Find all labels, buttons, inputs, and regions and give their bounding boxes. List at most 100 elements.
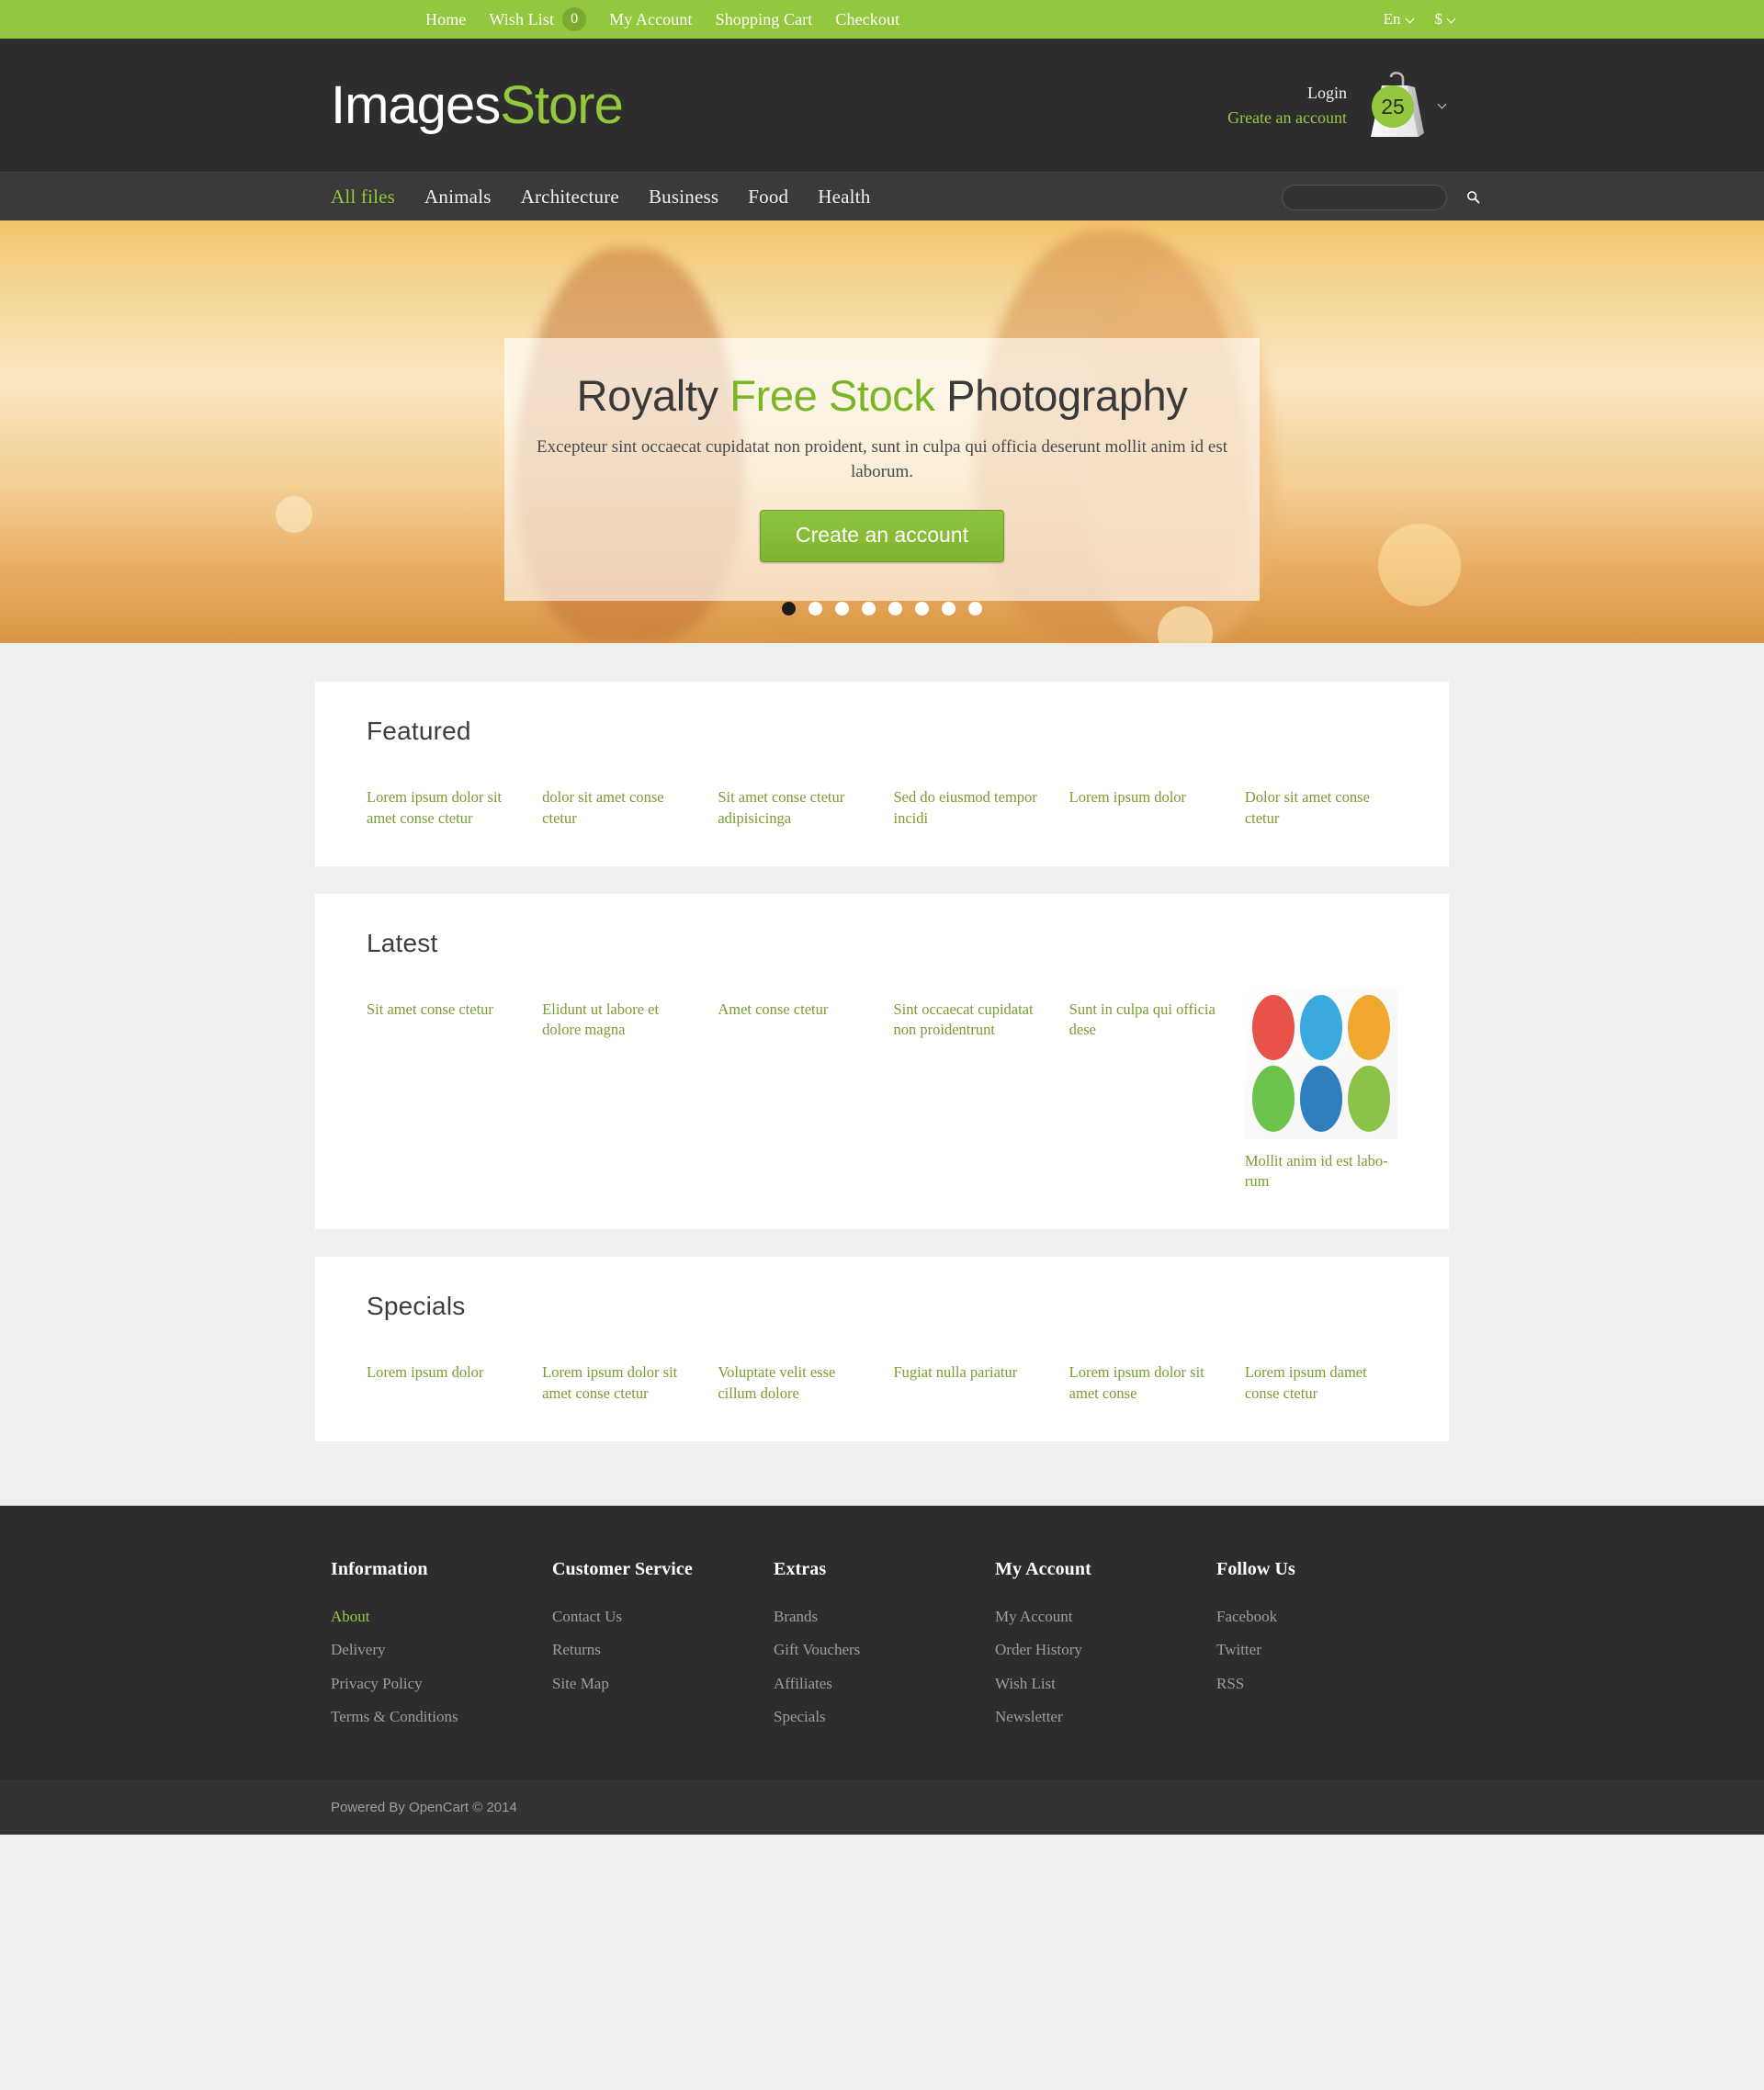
footer-column-title: Extras bbox=[774, 1558, 827, 1579]
nav-item-animals[interactable]: Animals bbox=[424, 186, 492, 209]
product-card[interactable]: Mollit anim id est labo-rum bbox=[1244, 987, 1397, 1193]
product-caption: Fugiat nulla pariatur bbox=[893, 1363, 1018, 1382]
language-selector[interactable]: En bbox=[1384, 10, 1415, 28]
currency-selector[interactable]: $ bbox=[1435, 10, 1457, 28]
product-caption: Lorem ipsum dolor bbox=[1069, 788, 1187, 806]
product-card[interactable]: Sunt in culpa qui officia dese bbox=[1069, 988, 1222, 1193]
product-card[interactable]: Fugiat nulla pariatur bbox=[894, 1350, 1046, 1405]
topbar-link-home[interactable]: Home bbox=[425, 0, 466, 39]
product-caption: Sit amet conse ctetur adipisicinga bbox=[718, 788, 845, 827]
topbar-link-my-account[interactable]: My Account bbox=[609, 0, 693, 39]
product-card[interactable]: Lorem ipsum dolor sit amet conse ctetur bbox=[367, 775, 519, 830]
chevron-down-icon bbox=[1448, 16, 1456, 24]
wishlist-count-badge: 0 bbox=[562, 7, 587, 31]
footer-link-delivery[interactable]: Delivery bbox=[331, 1637, 552, 1663]
product-card[interactable]: Elidunt ut labore et dolore magna bbox=[542, 988, 695, 1193]
search-box[interactable] bbox=[1282, 184, 1480, 210]
product-caption: Elidunt ut labore et dolore magna bbox=[542, 1000, 660, 1039]
nav-item-all-files[interactable]: All files bbox=[331, 186, 395, 209]
nav-items: All files Animals Architecture Business … bbox=[308, 186, 870, 209]
footer-link-brands[interactable]: Brands bbox=[774, 1604, 995, 1630]
hero-slider: Royalty Free Stock Photography Excepteur… bbox=[0, 220, 1764, 643]
nav-item-food[interactable]: Food bbox=[748, 186, 788, 209]
nav-item-architecture[interactable]: Architecture bbox=[521, 186, 619, 209]
hero-slider-dot[interactable] bbox=[835, 602, 849, 616]
product-caption: Sed do eiusmod tempor incidi bbox=[893, 788, 1037, 827]
footer-link-privacy-policy[interactable]: Privacy Policy bbox=[331, 1671, 552, 1697]
product-card[interactable]: Sit amet conse ctetur bbox=[367, 988, 519, 1193]
product-caption: Mollit anim id est labo-rum bbox=[1244, 1151, 1388, 1191]
primary-navigation: All files Animals Architecture Business … bbox=[0, 172, 1764, 220]
product-caption: Sit amet conse ctetur bbox=[367, 1000, 493, 1018]
hero-slider-dot[interactable] bbox=[862, 602, 876, 616]
hero-title-highlight: Free Stock bbox=[729, 371, 935, 420]
footer-link-twitter[interactable]: Twitter bbox=[1216, 1637, 1438, 1663]
footer-link-terms-conditions[interactable]: Terms & Conditions bbox=[331, 1704, 552, 1730]
product-card[interactable]: dolor sit amet conse ctetur bbox=[542, 775, 695, 830]
flat-icon-tile bbox=[1347, 994, 1390, 1061]
product-card[interactable]: Sit amet conse ctetur adipisicinga bbox=[718, 775, 870, 830]
footer-link-returns[interactable]: Returns bbox=[552, 1637, 774, 1663]
cart-button[interactable]: 25 bbox=[1360, 71, 1447, 141]
product-caption: Lorem ipsum damet conse ctetur bbox=[1244, 1363, 1367, 1402]
footer-column-extras: Extras Brands Gift Vouchers Affiliates S… bbox=[774, 1559, 995, 1738]
product-card[interactable]: Sed do eiusmod tempor incidi bbox=[894, 775, 1046, 830]
product-card[interactable]: Sint occaecat cupidatat non proidentrunt bbox=[894, 988, 1046, 1193]
footer-link-site-map[interactable]: Site Map bbox=[552, 1671, 774, 1697]
product-card[interactable]: Amet conse ctetur bbox=[718, 988, 870, 1193]
topbar-link-checkout[interactable]: Checkout bbox=[835, 0, 899, 39]
site-logo[interactable]: ImagesStore bbox=[331, 78, 624, 132]
footer-column-title: My Account bbox=[995, 1558, 1091, 1579]
hero-slider-dot[interactable] bbox=[782, 602, 796, 616]
product-card[interactable]: Dolor sit amet conse ctetur bbox=[1245, 775, 1397, 830]
wishlist-label[interactable]: Wish List bbox=[489, 0, 554, 39]
cart-count-badge: 25 bbox=[1372, 85, 1414, 129]
product-grid: Sit amet conse ctetur Elidunt ut labore … bbox=[341, 958, 1423, 1193]
hero-slider-dot[interactable] bbox=[915, 602, 929, 616]
flat-icon-tile bbox=[1251, 1066, 1295, 1132]
main-content: Featured Lorem ipsum dolor sit amet cons… bbox=[0, 643, 1764, 1506]
product-card[interactable]: Lorem ipsum dolor bbox=[367, 1350, 519, 1405]
product-card[interactable]: Voluptate velit esse cillum dolore bbox=[718, 1350, 870, 1405]
product-card[interactable]: Lorem ipsum dolor sit amet conse bbox=[1069, 1350, 1222, 1405]
footer-link-rss[interactable]: RSS bbox=[1216, 1671, 1438, 1697]
top-bar: Home Wish List 0 My Account Shopping Car… bbox=[0, 0, 1764, 39]
footer-link-my-account[interactable]: My Account bbox=[995, 1604, 1216, 1630]
footer-link-gift-vouchers[interactable]: Gift Vouchers bbox=[774, 1637, 995, 1663]
product-card[interactable]: Lorem ipsum dolor bbox=[1069, 775, 1222, 830]
product-card[interactable]: Lorem ipsum dolor sit amet conse ctetur bbox=[542, 1350, 695, 1405]
copyright-bar: Powered By OpenCart © 2014 bbox=[0, 1779, 1764, 1835]
footer-link-about[interactable]: About bbox=[331, 1604, 552, 1630]
footer-column-title: Customer Service bbox=[552, 1558, 693, 1579]
topbar-link-shopping-cart[interactable]: Shopping Cart bbox=[716, 0, 813, 39]
hero-title-part2: Photography bbox=[934, 371, 1188, 420]
search-input[interactable] bbox=[1283, 190, 1466, 204]
search-button[interactable] bbox=[1466, 186, 1480, 209]
section-featured: Featured Lorem ipsum dolor sit amet cons… bbox=[315, 682, 1449, 866]
flat-icon-tile bbox=[1299, 1066, 1342, 1132]
hero-title: Royalty Free Stock Photography bbox=[532, 371, 1232, 421]
footer-link-contact-us[interactable]: Contact Us bbox=[552, 1604, 774, 1630]
section-title: Latest bbox=[367, 928, 438, 957]
section-latest: Latest Sit amet conse ctetur Elidunt ut … bbox=[315, 893, 1449, 1230]
login-link[interactable]: Login bbox=[1227, 81, 1347, 105]
create-account-link[interactable]: Greate an account bbox=[1227, 106, 1347, 130]
footer-link-facebook[interactable]: Facebook bbox=[1216, 1604, 1438, 1630]
footer-link-affiliates[interactable]: Affiliates bbox=[774, 1671, 995, 1697]
footer-link-specials[interactable]: Specials bbox=[774, 1704, 995, 1730]
footer-column-title: Information bbox=[331, 1558, 428, 1579]
hero-cta-button[interactable]: Create an account bbox=[760, 510, 1004, 563]
hero-slider-dot[interactable] bbox=[808, 602, 822, 616]
topbar-link-wishlist[interactable]: Wish List 0 bbox=[489, 0, 587, 39]
nav-item-health[interactable]: Health bbox=[818, 186, 870, 209]
hero-slider-dot[interactable] bbox=[942, 602, 956, 616]
product-card[interactable]: Lorem ipsum damet conse ctetur bbox=[1245, 1350, 1397, 1405]
footer-link-order-history[interactable]: Order History bbox=[995, 1637, 1216, 1663]
product-caption: Voluptate velit esse cillum dolore bbox=[718, 1363, 836, 1402]
hero-slider-dot[interactable] bbox=[888, 602, 902, 616]
hero-slider-dot[interactable] bbox=[968, 602, 982, 616]
footer-link-newsletter[interactable]: Newsletter bbox=[995, 1704, 1216, 1730]
product-caption: dolor sit amet conse ctetur bbox=[542, 788, 664, 827]
footer-link-wish-list[interactable]: Wish List bbox=[995, 1671, 1216, 1697]
nav-item-business[interactable]: Business bbox=[649, 186, 718, 209]
